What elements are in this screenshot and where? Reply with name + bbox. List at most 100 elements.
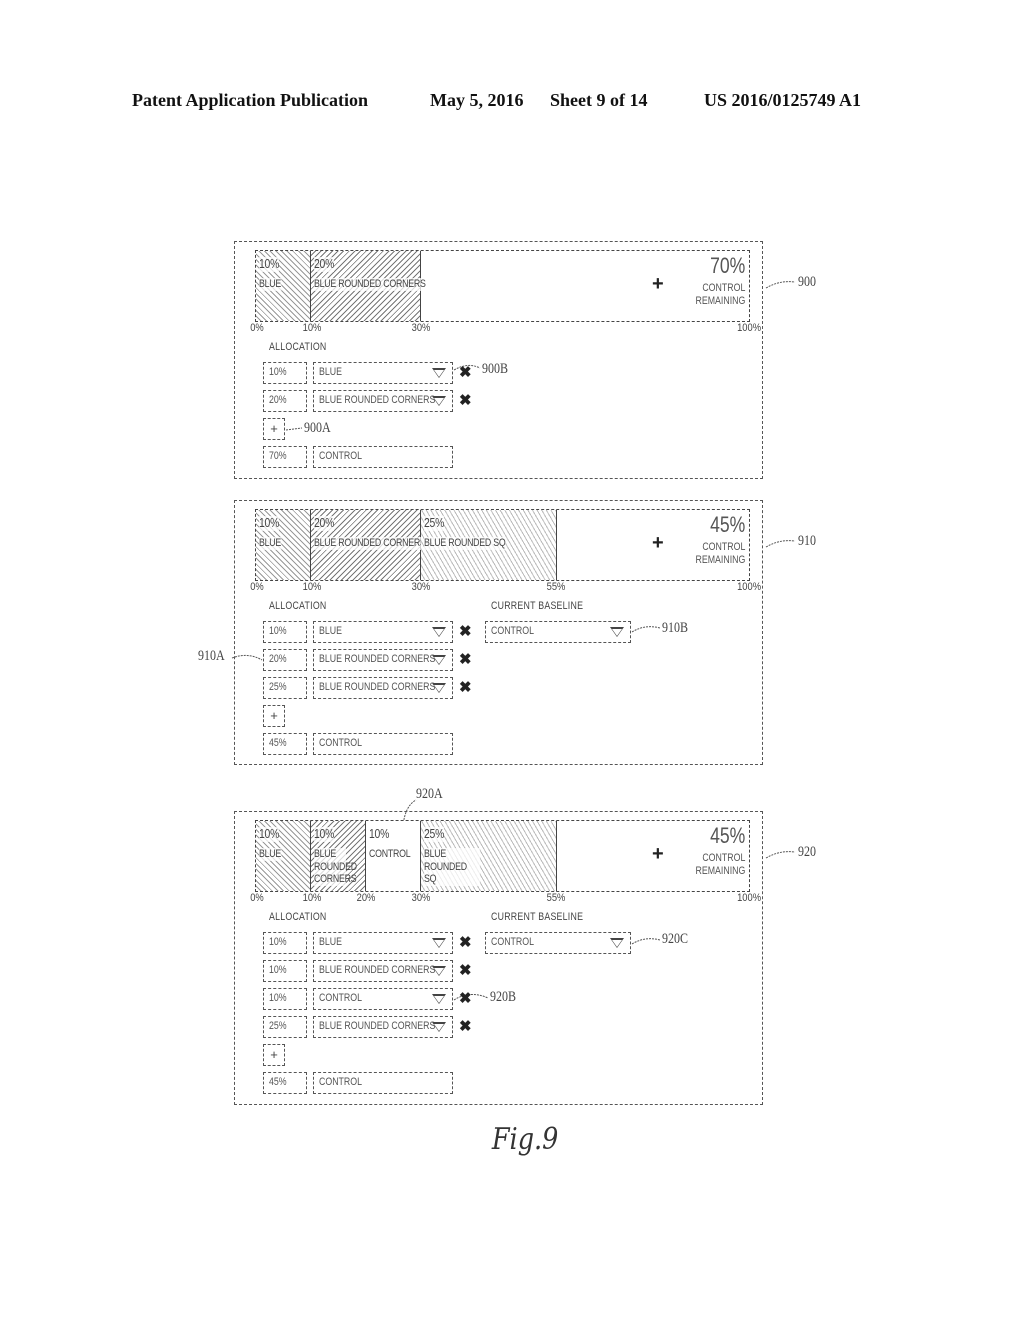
baseline-select[interactable]: CONTROL <box>485 621 631 643</box>
remaining-percent: 70% <box>709 253 745 278</box>
remaining-label-1: CONTROL <box>701 852 745 865</box>
variant-select[interactable]: BLUE ROUNDED CORNERS <box>313 1016 453 1038</box>
remove-icon[interactable]: ✖ <box>459 1017 472 1035</box>
percent-input[interactable]: 20% <box>263 390 307 412</box>
percent-input[interactable]: 10% <box>263 621 307 643</box>
tick-label: 0% <box>250 892 264 904</box>
leader-920 <box>765 851 796 859</box>
remove-icon[interactable]: ✖ <box>459 989 472 1007</box>
percent-input[interactable]: 10% <box>263 932 307 954</box>
add-variant-plus-icon[interactable]: + <box>652 532 664 555</box>
ref-910b: 910B <box>662 620 689 636</box>
remove-icon[interactable]: ✖ <box>459 622 472 640</box>
segment-percent: 25% <box>424 515 445 531</box>
publication-type: Patent Application Publication <box>132 90 369 110</box>
tick-label: 10% <box>302 322 322 334</box>
bar-segment-blue[interactable]: 10% BLUE <box>256 510 311 580</box>
remove-icon[interactable]: ✖ <box>459 363 472 381</box>
ref-900: 900 <box>798 274 816 290</box>
bar-segment-blue[interactable]: 10% BLUE <box>256 821 311 891</box>
variant-select[interactable]: BLUE ROUNDED CORNERS <box>313 960 453 982</box>
allocation-label: ALLOCATION <box>269 600 327 612</box>
variant-select[interactable]: BLUE <box>313 621 453 643</box>
leader-900 <box>765 281 796 289</box>
variant-select[interactable]: BLUE <box>313 362 453 384</box>
segment-name: BLUE ROUNDED CORNERS <box>314 277 426 291</box>
allocation-bar: 10% BLUE 20% BLUE ROUNDED CORNERS + 70% … <box>255 250 750 322</box>
segment-name: BLUE ROUNDED SQ <box>424 536 506 550</box>
remove-icon[interactable]: ✖ <box>459 678 472 696</box>
bar-segment-blue[interactable]: 10% BLUE <box>256 251 311 321</box>
variant-select[interactable]: BLUE <box>313 932 453 954</box>
add-row-button[interactable]: + <box>263 705 285 727</box>
segment-percent: 10% <box>259 515 280 531</box>
segment-name: BLUE <box>259 277 282 291</box>
remaining-label-1: CONTROL <box>701 541 745 554</box>
bar-segment-blue-rounded-sq[interactable]: 25% BLUE ROUNDED SQ <box>421 510 557 580</box>
patent-number: US 2016/0125749 A1 <box>704 90 862 110</box>
tick-label: 100% <box>737 892 762 904</box>
tick-label: 0% <box>250 322 264 334</box>
tick-label: 20% <box>356 892 376 904</box>
segment-name: BLUE ROUNDED CORNERS <box>314 847 357 886</box>
ref-920a: 920A <box>416 786 443 802</box>
baseline-select[interactable]: CONTROL <box>485 932 631 954</box>
allocation-label: ALLOCATION <box>269 341 327 353</box>
tick-label: 100% <box>737 322 762 334</box>
chevron-down-icon <box>432 966 446 976</box>
percent-input[interactable]: 10% <box>263 362 307 384</box>
ref-900a: 900A <box>304 420 331 436</box>
control-remaining: 45% CONTROL REMAINING <box>683 512 745 567</box>
tick-label: 30% <box>411 322 431 334</box>
bar-segment-blue-rounded-corners[interactable]: 20% BLUE ROUNDED CORNERS <box>311 251 426 321</box>
add-row-button[interactable]: + <box>263 1044 285 1066</box>
segment-percent: 10% <box>369 826 390 842</box>
variant-select[interactable]: BLUE ROUNDED CORNERS <box>313 390 453 412</box>
ref-920c: 920C <box>662 931 689 947</box>
segment-percent: 10% <box>259 826 280 842</box>
chevron-down-icon <box>432 655 446 665</box>
remove-icon[interactable]: ✖ <box>459 391 472 409</box>
segment-percent: 10% <box>259 256 280 272</box>
variant-select[interactable]: BLUE ROUNDED CORNERS <box>313 677 453 699</box>
control-variant: CONTROL <box>313 446 453 468</box>
percent-input[interactable]: 20% <box>263 649 307 671</box>
segment-percent: 10% <box>314 826 335 842</box>
chevron-down-icon <box>432 627 446 637</box>
percent-input[interactable]: 10% <box>263 988 307 1010</box>
remaining-label-1: CONTROL <box>701 282 745 295</box>
add-variant-plus-icon[interactable]: + <box>652 273 664 296</box>
remove-icon[interactable]: ✖ <box>459 933 472 951</box>
remove-icon[interactable]: ✖ <box>459 961 472 979</box>
tick-label: 55% <box>546 581 566 593</box>
percent-input[interactable]: 25% <box>263 1016 307 1038</box>
allocation-bar: 10% BLUE 20% BLUE ROUNDED CORNERS 25% BL… <box>255 509 750 581</box>
chevron-down-icon <box>610 627 624 637</box>
leader-910 <box>765 540 796 548</box>
bar-segment-blue-rounded-corners[interactable]: 20% BLUE ROUNDED CORNERS <box>311 510 426 580</box>
segment-name: CONTROL <box>369 847 411 861</box>
segment-percent: 20% <box>314 256 335 272</box>
current-baseline-label: CURRENT BASELINE <box>491 600 584 612</box>
bar-segment-blue-rounded-sq[interactable]: 25% BLUE ROUNDED SQ <box>421 821 557 891</box>
chevron-down-icon <box>610 938 624 948</box>
percent-input[interactable]: 10% <box>263 960 307 982</box>
tick-label: 10% <box>302 581 322 593</box>
remove-icon[interactable]: ✖ <box>459 650 472 668</box>
control-variant: CONTROL <box>313 733 453 755</box>
chevron-down-icon <box>432 396 446 406</box>
bar-segment-blue-rounded-corners[interactable]: 10% BLUE ROUNDED CORNERS <box>311 821 366 891</box>
allocation-panel-900: 10% BLUE 20% BLUE ROUNDED CORNERS + 70% … <box>234 241 763 479</box>
variant-select[interactable]: BLUE ROUNDED CORNERS <box>313 649 453 671</box>
remaining-label-2: REMAINING <box>695 553 745 566</box>
percent-input[interactable]: 25% <box>263 677 307 699</box>
add-variant-plus-icon[interactable]: + <box>652 843 664 866</box>
publication-date: May 5, 2016 <box>430 90 524 110</box>
segment-percent: 20% <box>314 515 335 531</box>
control-remaining: 70% CONTROL REMAINING <box>683 253 745 308</box>
segment-name: BLUE <box>259 847 282 861</box>
remaining-label-2: REMAINING <box>695 294 745 307</box>
add-row-button[interactable]: + <box>263 418 285 440</box>
bar-segment-control[interactable]: 10% CONTROL <box>366 821 421 891</box>
variant-select[interactable]: CONTROL <box>313 988 453 1010</box>
